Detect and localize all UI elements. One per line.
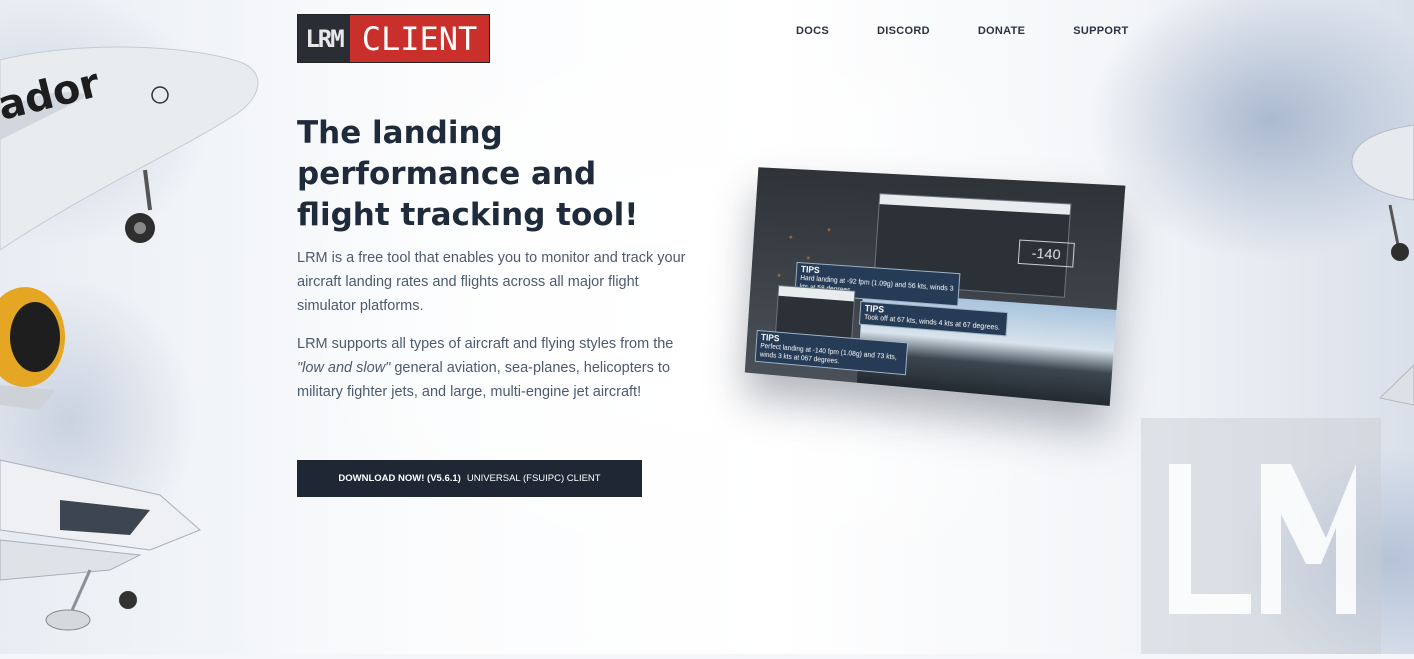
cessna-image-left (0, 459, 201, 631)
hero-supports-emphasis: "low and slow" (297, 360, 391, 376)
hero-supports-text: LRM supports all types of aircraft and f… (297, 332, 687, 404)
hero-supports-pre: LRM supports all types of aircraft and f… (297, 336, 674, 352)
logo-text: CLIENT (350, 15, 489, 62)
hero-description: LRM is a free tool that enables you to m… (297, 250, 686, 314)
landing-rate-readout: -140 (1017, 239, 1075, 268)
download-button-client: UNIVERSAL (FSUIPC) CLIENT (466, 473, 601, 484)
nav-donate[interactable]: DONATE (978, 25, 1025, 37)
nav-support[interactable]: SUPPORT (1073, 25, 1128, 37)
site-logo[interactable]: LRM CLIENT (297, 14, 490, 63)
wingtip-image-right (1380, 364, 1414, 406)
nav-docs[interactable]: DOCS (796, 25, 829, 37)
download-button[interactable]: DOWNLOAD NOW! (V5.6.1) UNIVERSAL (FSUIPC… (297, 460, 642, 497)
download-button-version: DOWNLOAD NOW! (V5.6.1) (338, 473, 461, 484)
airliner-image-right (1351, 124, 1414, 261)
app-screenshot: -140 TIPS Hard landing at -92 fpm (1.09g… (744, 167, 1126, 406)
hero-section: The landing performance and flight track… (297, 113, 687, 404)
nav-discord[interactable]: DISCORD (877, 25, 930, 37)
lrm-watermark (1141, 418, 1381, 654)
airliner-image-left: ador (0, 46, 259, 251)
top-nav: DOCS DISCORD DONATE SUPPORT (796, 25, 1177, 37)
engine-image-left (0, 287, 65, 410)
logo-mark: LRM (298, 15, 350, 62)
lrm-watermark-logo (1169, 464, 1356, 614)
hero-title: The landing performance and flight track… (297, 115, 639, 233)
